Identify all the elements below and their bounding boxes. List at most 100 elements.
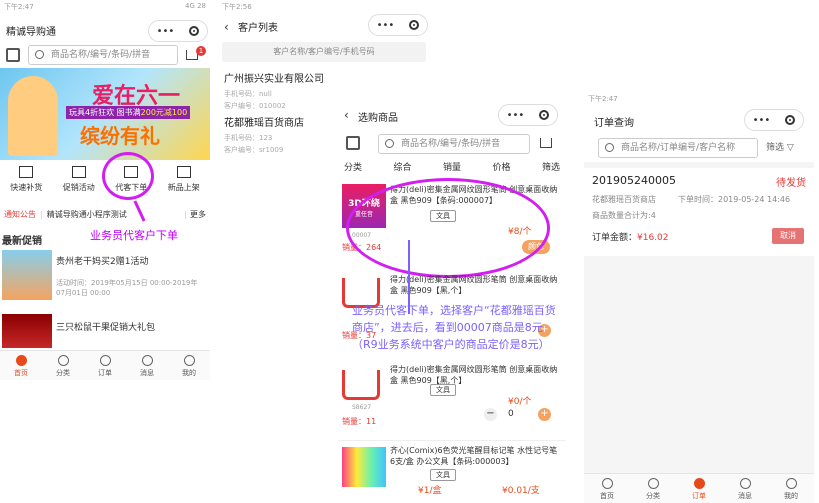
close-icon[interactable] bbox=[409, 20, 420, 30]
mini-program-capsule[interactable]: ••• bbox=[148, 20, 208, 42]
mini-program-capsule[interactable]: ••• bbox=[744, 109, 804, 131]
tab-label: 我的 bbox=[784, 492, 798, 500]
notice-more-link[interactable]: 更多 bbox=[190, 209, 206, 220]
more-icon[interactable]: ••• bbox=[753, 115, 771, 126]
cancel-button[interactable]: 取消 bbox=[772, 228, 804, 244]
status-bar: 下午2:47 4G 28 bbox=[0, 0, 210, 14]
highlight-circle bbox=[102, 152, 154, 200]
tab-profile[interactable]: 我的 bbox=[168, 351, 210, 380]
compass-icon bbox=[647, 478, 659, 489]
promo-item[interactable]: 贵州老干妈买2赠1活动 活动时间：2019年05月15日 00:00-2019年… bbox=[0, 248, 210, 304]
annotation-arrow bbox=[408, 240, 410, 314]
tab-orders[interactable]: 订单 bbox=[676, 474, 722, 503]
status-time: 下午2:56 bbox=[222, 3, 252, 11]
tab-category[interactable]: 分类 bbox=[42, 351, 84, 380]
user-icon bbox=[785, 478, 797, 489]
product-code: S8627 bbox=[352, 404, 372, 411]
close-icon[interactable] bbox=[539, 110, 550, 120]
compass-icon bbox=[57, 355, 69, 366]
product-sales: 销量：11 bbox=[342, 417, 377, 426]
order-icon bbox=[99, 355, 111, 366]
more-icon[interactable]: ••• bbox=[377, 20, 395, 31]
quantity-value[interactable]: 0 bbox=[508, 409, 514, 419]
menu-promotions[interactable]: 促销活动 bbox=[53, 162, 106, 202]
filter-sales[interactable]: 销量 bbox=[443, 160, 461, 176]
banner-gift-red: 200元减100 bbox=[140, 108, 188, 117]
notice-bar[interactable]: 通知公告 | 精诚导购通小程序测试 | 更多 bbox=[0, 207, 210, 221]
tab-messages[interactable]: 消息 bbox=[722, 474, 768, 503]
order-icon bbox=[693, 478, 705, 489]
home-screen: 下午2:47 4G 28 精诚导购通 ••• 商品名称/编号/条码/拼音 1 爱在… bbox=[0, 0, 210, 380]
cart-icon[interactable] bbox=[540, 138, 552, 148]
product-item[interactable]: S8627 销量：11 得力(deli)密集金属网纹圆形笔筒 创意桌面收纳盒 黑… bbox=[338, 364, 566, 428]
menu-label: 促销活动 bbox=[62, 183, 95, 192]
back-icon[interactable]: ‹ bbox=[224, 20, 229, 34]
message-icon bbox=[739, 478, 751, 489]
page-title: 选购商品 bbox=[358, 113, 398, 124]
banner-gift: 玩具4折狂欢 图书满200元减100 bbox=[66, 106, 191, 119]
mini-program-capsule[interactable]: ••• bbox=[498, 104, 558, 126]
filter-overall[interactable]: 综合 bbox=[393, 160, 411, 176]
search-icon bbox=[35, 50, 44, 59]
promo-image bbox=[2, 250, 52, 300]
order-number: 201905240005 bbox=[592, 174, 676, 187]
product-tag: 文具 bbox=[430, 469, 456, 481]
menu-label: 快速补货 bbox=[10, 183, 43, 192]
scan-icon[interactable] bbox=[6, 48, 20, 62]
minus-button[interactable]: − bbox=[484, 408, 497, 421]
tag-icon bbox=[71, 166, 86, 178]
order-card[interactable]: 201905240005 待发货 花都雅瑶百货商店 下单时间：2019-05-2… bbox=[584, 168, 814, 256]
user-icon bbox=[183, 355, 195, 366]
tab-home[interactable]: 首页 bbox=[0, 351, 42, 380]
status-right: 4G 28 bbox=[184, 2, 206, 10]
tab-bar: 首页 分类 订单 消息 我的 bbox=[584, 473, 814, 503]
highlight-ellipse bbox=[346, 178, 550, 278]
filter-screen[interactable]: 筛选 bbox=[542, 160, 560, 176]
search-input[interactable]: 商品名称/编号/条码/拼音 bbox=[28, 45, 178, 65]
product-select-screen: ‹ 选购商品 ••• 商品名称/编号/条码/拼音 分类 综合 销量 价格 筛选 … bbox=[338, 96, 566, 503]
order-amount: 订单金额：¥16.02 bbox=[592, 230, 669, 243]
product-price: ¥1/盒 bbox=[418, 486, 442, 496]
notice-tag: 通知公告 bbox=[4, 209, 36, 219]
order-search-input[interactable]: 商品名称/订单编号/客户名称 bbox=[598, 138, 758, 158]
tab-label: 订单 bbox=[692, 492, 706, 500]
tab-orders[interactable]: 订单 bbox=[84, 351, 126, 380]
filter-category[interactable]: 分类 bbox=[344, 160, 362, 176]
menu-new-arrivals[interactable]: 新品上架 bbox=[158, 162, 211, 202]
status-time: 下午2:47 bbox=[588, 95, 618, 103]
amount-label: 订单金额： bbox=[592, 233, 638, 243]
restock-icon bbox=[19, 166, 34, 178]
amount-value: ¥16.02 bbox=[637, 233, 669, 243]
tab-messages[interactable]: 消息 bbox=[126, 351, 168, 380]
menu-quick-restock[interactable]: 快速补货 bbox=[0, 162, 53, 202]
banner-subtitle: 缤纷有礼 bbox=[80, 124, 160, 148]
back-icon[interactable]: ‹ bbox=[344, 108, 349, 122]
mini-program-capsule[interactable]: ••• bbox=[368, 14, 428, 36]
menu-label: 新品上架 bbox=[167, 183, 200, 192]
promo-item[interactable]: 三只松鼠干果促销大礼包 bbox=[0, 312, 210, 348]
tab-label: 消息 bbox=[140, 369, 154, 377]
section-title: 最新促销 bbox=[2, 236, 42, 247]
home-icon bbox=[15, 355, 27, 366]
close-icon[interactable] bbox=[189, 26, 200, 36]
search-input[interactable]: 商品名称/编号/条码/拼音 bbox=[378, 134, 530, 154]
home-icon bbox=[601, 478, 613, 489]
annotation-explanation: 业务员代客下单，选择客户“花都雅瑶百货商店”，进去后，看到00007商品是8元（… bbox=[352, 304, 556, 351]
scan-icon[interactable] bbox=[346, 136, 360, 150]
more-icon[interactable]: ••• bbox=[507, 110, 525, 121]
page-title: 订单查询 bbox=[594, 118, 634, 129]
tab-category[interactable]: 分类 bbox=[630, 474, 676, 503]
customer-search[interactable]: 客户名称/客户编号/手机号码 bbox=[222, 42, 426, 62]
tab-label: 订单 bbox=[98, 369, 112, 377]
filter-button[interactable]: 筛选 ▽ bbox=[766, 140, 794, 153]
tab-home[interactable]: 首页 bbox=[584, 474, 630, 503]
filter-price[interactable]: 价格 bbox=[492, 160, 510, 176]
plus-button[interactable]: + bbox=[538, 408, 551, 421]
funnel-icon: ▽ bbox=[786, 143, 794, 153]
promo-banner[interactable]: 爱在六一 玩具4折狂欢 图书满200元减100 缤纷有礼 bbox=[0, 68, 210, 160]
product-item[interactable]: 齐心(Comix)6色荧光笔醒目标记笔 水性记号笔 6支/盒 办公文具【条码:0… bbox=[338, 440, 566, 503]
more-icon[interactable]: ••• bbox=[157, 26, 175, 37]
product-title: 得力(deli)密集金属网纹圆形笔筒 创意桌面收纳盒 黑色909【黑,个】 bbox=[390, 275, 558, 295]
close-icon[interactable] bbox=[785, 115, 796, 125]
tab-profile[interactable]: 我的 bbox=[768, 474, 814, 503]
